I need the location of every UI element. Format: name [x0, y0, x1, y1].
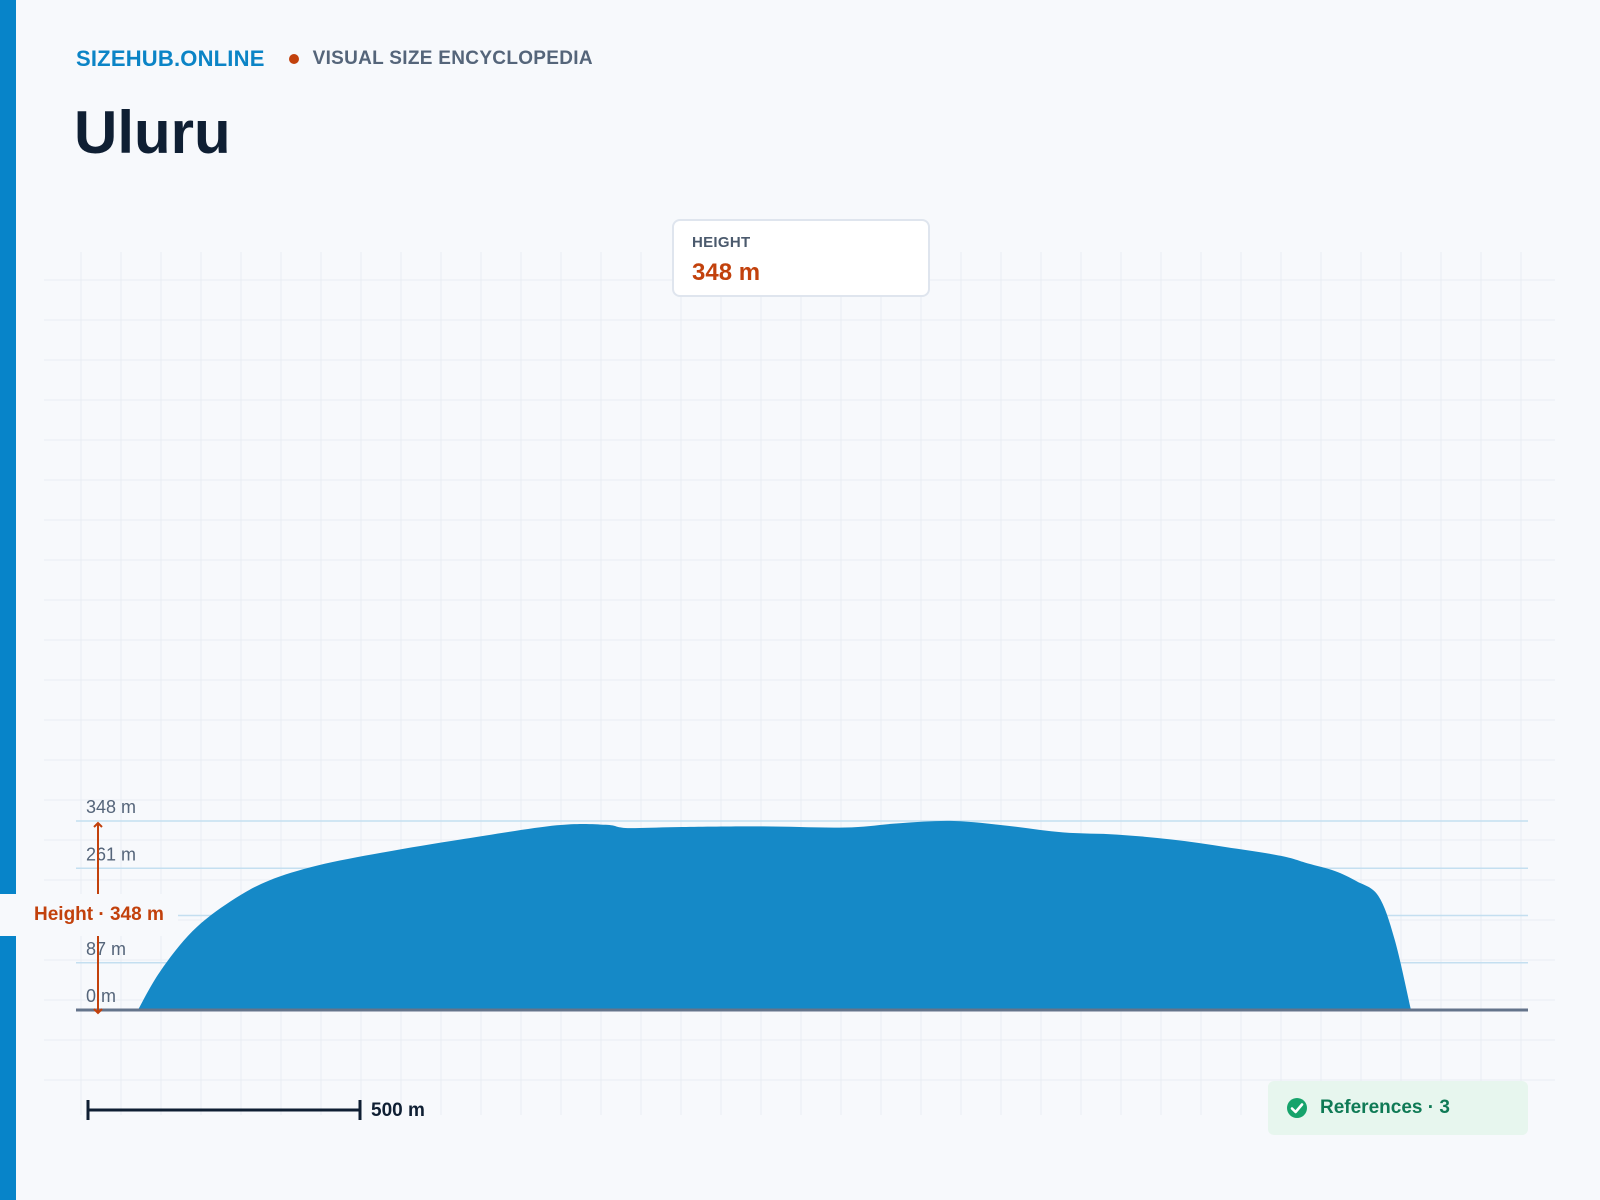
height-card-value: 348 m: [692, 259, 761, 286]
height-tick-label: 261 m: [86, 844, 136, 864]
height-tick-label: 348 m: [86, 797, 136, 817]
uluru-silhouette: [138, 820, 1411, 1010]
height-tick-label: 87 m: [86, 939, 126, 959]
height-ruler-label: Height · 348 m: [0, 894, 178, 936]
check-circle-icon: [1287, 1098, 1307, 1118]
scale-bar-label: 500 m: [371, 1100, 425, 1121]
scale-bar: [86, 1100, 362, 1120]
references-button[interactable]: References · 3: [1268, 1081, 1528, 1135]
height-card: HEIGHT 348 m: [672, 219, 930, 297]
height-card-label: HEIGHT: [692, 234, 751, 251]
size-diagram: 0 m 87 m 261 m 348 m: [44, 252, 1555, 1120]
height-tick-label: 0 m: [86, 986, 116, 1006]
references-label: References · 3: [1320, 1097, 1450, 1118]
